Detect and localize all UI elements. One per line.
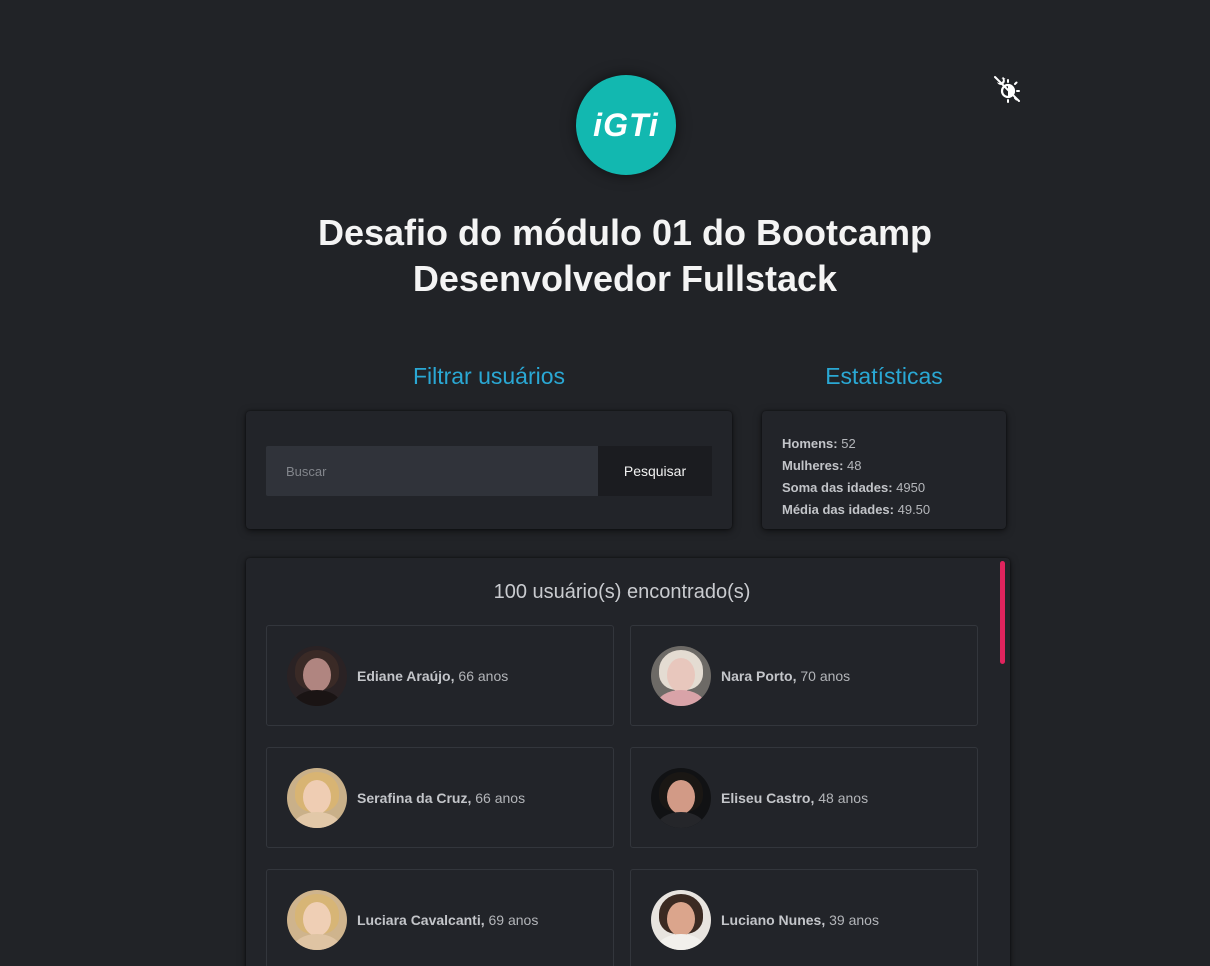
filter-card: Pesquisar	[246, 411, 732, 529]
user-card[interactable]: Serafina da Cruz, 66 anos	[266, 747, 614, 848]
stats-list: Homens: 52 Mulheres: 48 Soma das idades:…	[782, 433, 930, 521]
user-text: Luciara Cavalcanti, 69 anos	[357, 911, 539, 928]
avatar	[651, 645, 711, 706]
avatar	[287, 889, 347, 950]
stats-card: Homens: 52 Mulheres: 48 Soma das idades:…	[762, 411, 1006, 529]
users-card: 100 usuário(s) encontrado(s) Ediane Araú…	[246, 558, 1010, 966]
user-card[interactable]: Ediane Araújo, 66 anos	[266, 625, 614, 726]
page-title: Desafio do módulo 01 do Bootcamp Desenvo…	[250, 210, 1000, 302]
user-text: Eliseu Castro, 48 anos	[721, 789, 869, 806]
user-text: Nara Porto, 70 anos	[721, 667, 851, 684]
user-card[interactable]: Eliseu Castro, 48 anos	[630, 747, 978, 848]
search-button[interactable]: Pesquisar	[598, 446, 712, 496]
user-text: Serafina da Cruz, 66 anos	[357, 789, 526, 806]
svg-text:✦: ✦	[1001, 76, 1006, 83]
avatar	[287, 645, 347, 706]
user-text: Ediane Araújo, 66 anos	[357, 667, 509, 684]
stat-women: Mulheres: 48	[782, 458, 862, 473]
moon-sun-toggle-icon: ✦	[994, 76, 1020, 103]
app-page: ✦ iGTi Desafio do módulo 01 do Bootcamp …	[0, 0, 1210, 966]
user-card[interactable]: Luciano Nunes, 39 anos	[630, 869, 978, 966]
user-card[interactable]: Nara Porto, 70 anos	[630, 625, 978, 726]
stat-age-average: Média das idades: 49.50	[782, 502, 931, 517]
user-card[interactable]: Luciara Cavalcanti, 69 anos	[266, 869, 614, 966]
user-text: Luciano Nunes, 39 anos	[721, 911, 879, 928]
theme-toggle-button[interactable]: ✦	[990, 72, 1024, 106]
stat-men: Homens: 52	[782, 436, 856, 451]
logo-text: iGTi	[593, 106, 659, 143]
igti-logo: iGTi	[576, 75, 676, 175]
stat-age-sum: Soma das idades: 4950	[782, 480, 926, 495]
page-title-line-2: Desenvolvedor Fullstack	[412, 258, 838, 299]
avatar	[651, 767, 711, 828]
users-count: 100 usuário(s) encontrado(s)	[493, 581, 751, 603]
search-input[interactable]	[266, 446, 598, 496]
scrollbar-thumb[interactable]	[1000, 561, 1005, 664]
stats-heading: Estatísticas	[825, 363, 943, 389]
avatar	[287, 767, 347, 828]
page-title-line-1: Desafio do módulo 01 do Bootcamp	[317, 212, 933, 253]
filter-heading: Filtrar usuários	[412, 363, 566, 389]
avatar	[651, 889, 711, 950]
